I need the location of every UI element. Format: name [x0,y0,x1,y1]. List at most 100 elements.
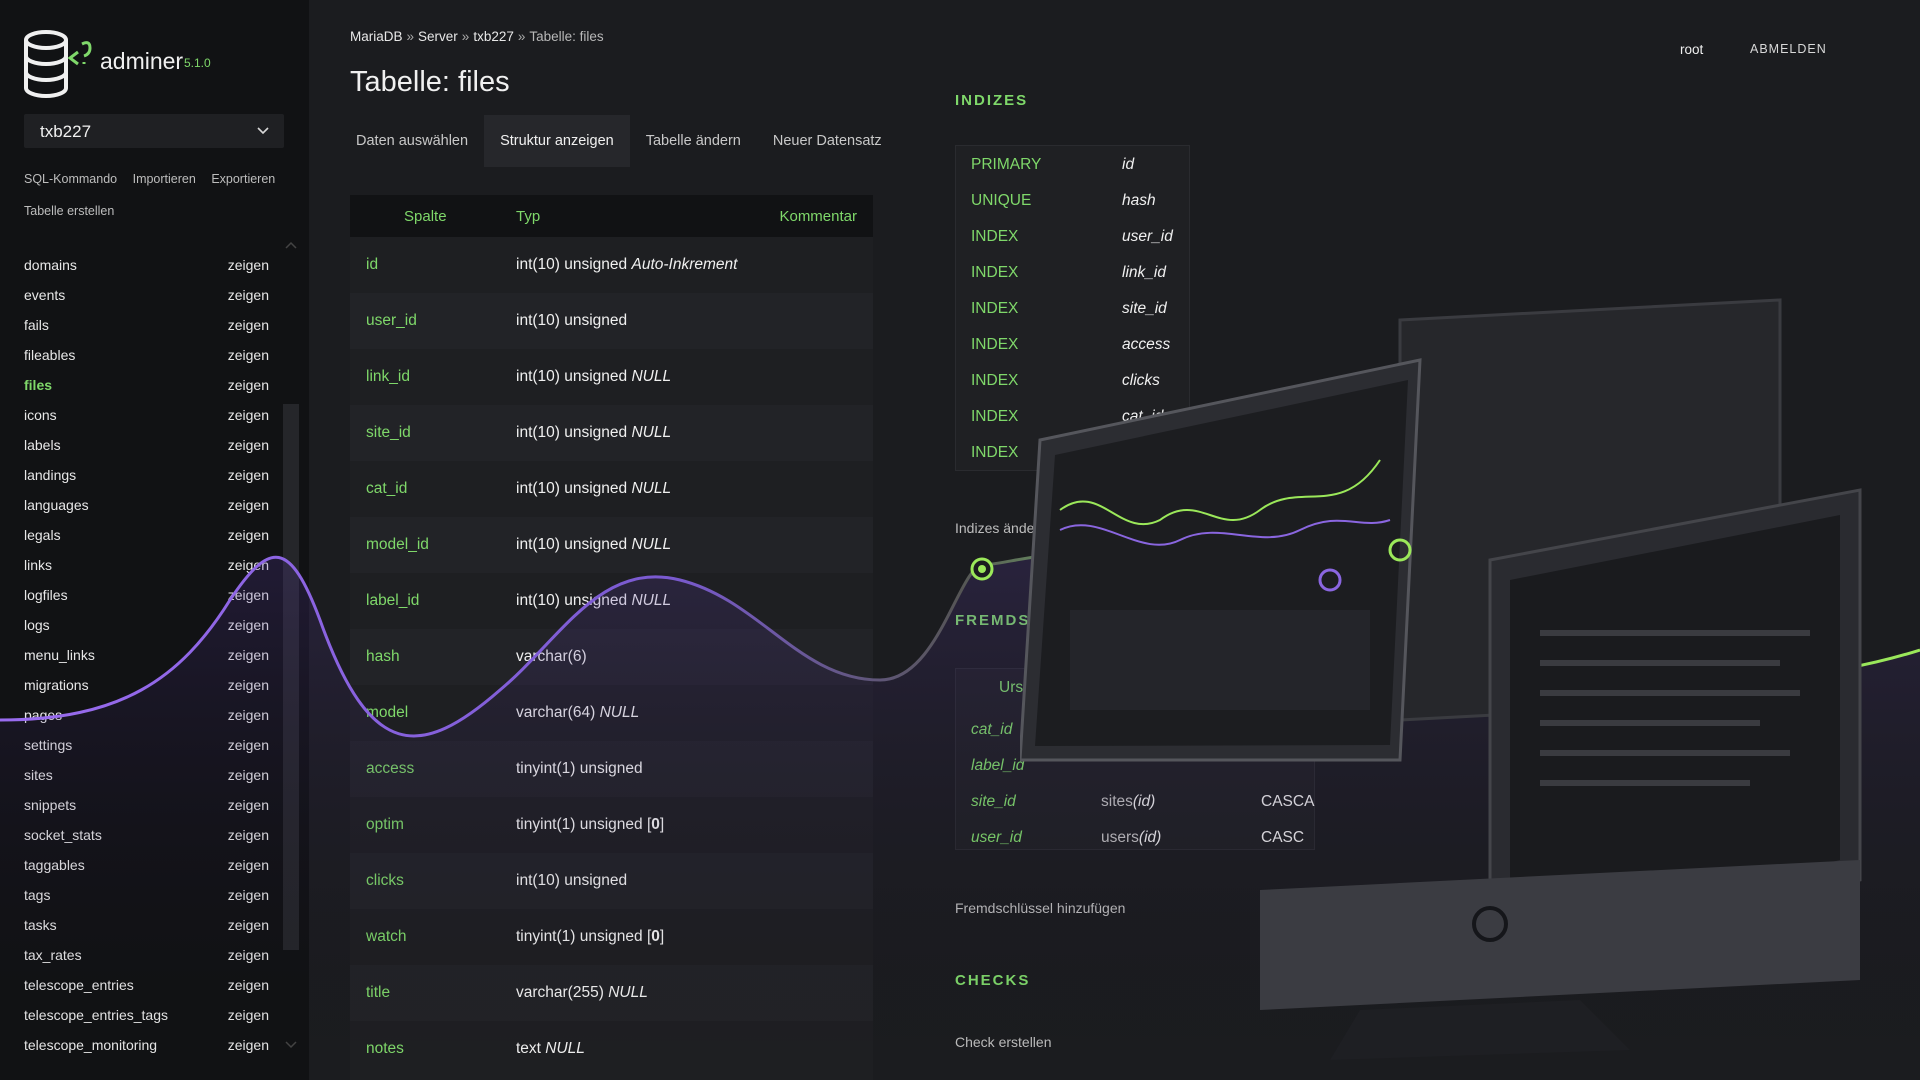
table-list-item[interactable]: labels zeigen [24,430,269,460]
table-name-link[interactable]: logs [24,617,50,633]
show-table-link[interactable]: zeigen [228,287,269,303]
show-table-link[interactable]: zeigen [228,557,269,573]
table-name-link[interactable]: pages [24,707,62,723]
tab-select-data[interactable]: Daten auswählen [340,115,484,167]
table-list-item[interactable]: migrations zeigen [24,670,269,700]
table-name-link[interactable]: icons [24,407,57,423]
table-name-link[interactable]: migrations [24,677,89,693]
table-list-item[interactable]: languages zeigen [24,490,269,520]
show-table-link[interactable]: zeigen [228,677,269,693]
show-table-link[interactable]: zeigen [228,467,269,483]
sidebar-scrollbar[interactable] [283,404,299,950]
table-list-item[interactable]: landings zeigen [24,460,269,490]
table-list-item[interactable]: settings zeigen [24,730,269,760]
show-table-link[interactable]: zeigen [228,257,269,273]
table-list-item[interactable]: fails zeigen [24,310,269,340]
table-list-item[interactable]: telescope_entries_tags zeigen [24,1000,269,1030]
table-name-link[interactable]: languages [24,497,89,513]
logout-button[interactable]: ABMELDEN [1750,42,1827,56]
table-name-link[interactable]: menu_links [24,647,95,663]
table-name-link[interactable]: snippets [24,797,76,813]
show-table-link[interactable]: zeigen [228,527,269,543]
table-list-item[interactable]: menu_links zeigen [24,640,269,670]
breadcrumb-mariadb[interactable]: MariaDB [350,29,403,44]
sql-command-link[interactable]: SQL-Kommando [24,172,117,186]
table-name-link[interactable]: tax_rates [24,947,82,963]
show-table-link[interactable]: zeigen [228,1007,269,1023]
table-name-link[interactable]: fileables [24,347,75,363]
scroll-down-icon[interactable] [284,1040,298,1050]
show-table-link[interactable]: zeigen [228,1037,269,1053]
table-list-item[interactable]: tags zeigen [24,880,269,910]
table-list-item[interactable]: snippets zeigen [24,790,269,820]
table-name-link[interactable]: telescope_monitoring [24,1037,157,1053]
breadcrumb-server[interactable]: Server [418,29,458,44]
show-table-link[interactable]: zeigen [228,707,269,723]
table-name-link[interactable]: files [24,377,52,393]
table-list-item[interactable]: telescope_monitoring zeigen [24,1030,269,1060]
show-table-link[interactable]: zeigen [228,767,269,783]
show-table-link[interactable]: zeigen [228,887,269,903]
table-name-link[interactable]: telescope_entries [24,977,134,993]
tab-show-structure[interactable]: Struktur anzeigen [484,115,630,167]
table-list-item[interactable]: legals zeigen [24,520,269,550]
show-table-link[interactable]: zeigen [228,617,269,633]
column-extra: NULL [608,984,648,1001]
breadcrumb-database[interactable]: txb227 [473,29,514,44]
table-list-item[interactable]: links zeigen [24,550,269,580]
user-name[interactable]: root [1680,42,1703,57]
table-name-link[interactable]: domains [24,257,77,273]
table-name-link[interactable]: socket_stats [24,827,102,843]
show-table-link[interactable]: zeigen [228,377,269,393]
show-table-link[interactable]: zeigen [228,647,269,663]
table-name-link[interactable]: telescope_entries_tags [24,1007,168,1023]
table-list-item[interactable]: tasks zeigen [24,910,269,940]
table-name-link[interactable]: sites [24,767,53,783]
database-select[interactable]: txb227 [24,114,284,148]
show-table-link[interactable]: zeigen [228,347,269,363]
tab-new-record[interactable]: Neuer Datensatz [757,115,898,167]
table-list-item[interactable]: taggables zeigen [24,850,269,880]
show-table-link[interactable]: zeigen [228,917,269,933]
table-name-link[interactable]: links [24,557,52,573]
show-table-link[interactable]: zeigen [228,857,269,873]
show-table-link[interactable]: zeigen [228,947,269,963]
table-list-item[interactable]: telescope_entries zeigen [24,970,269,1000]
table-name-link[interactable]: taggables [24,857,85,873]
import-link[interactable]: Importieren [133,172,196,186]
tab-alter-table[interactable]: Tabelle ändern [630,115,757,167]
show-table-link[interactable]: zeigen [228,737,269,753]
scroll-up-icon[interactable] [284,240,298,250]
table-list-item[interactable]: logs zeigen [24,610,269,640]
show-table-link[interactable]: zeigen [228,797,269,813]
table-list-item[interactable]: sites zeigen [24,760,269,790]
table-name-link[interactable]: tags [24,887,50,903]
table-name-link[interactable]: tasks [24,917,57,933]
table-name-link[interactable]: labels [24,437,61,453]
create-table-link[interactable]: Tabelle erstellen [24,204,114,218]
table-list-item[interactable]: domains zeigen [24,250,269,280]
show-table-link[interactable]: zeigen [228,827,269,843]
export-link[interactable]: Exportieren [211,172,275,186]
table-list-item[interactable]: fileables zeigen [24,340,269,370]
table-name-link[interactable]: events [24,287,65,303]
adminer-logo[interactable]: adminer 5.1.0 [24,26,284,102]
table-list-item[interactable]: logfiles zeigen [24,580,269,610]
table-name-link[interactable]: landings [24,467,76,483]
table-list-item[interactable]: tax_rates zeigen [24,940,269,970]
show-table-link[interactable]: zeigen [228,497,269,513]
show-table-link[interactable]: zeigen [228,437,269,453]
table-name-link[interactable]: legals [24,527,61,543]
table-list-item[interactable]: pages zeigen [24,700,269,730]
table-name-link[interactable]: settings [24,737,72,753]
table-list-item[interactable]: files zeigen [24,370,269,400]
show-table-link[interactable]: zeigen [228,587,269,603]
table-name-link[interactable]: fails [24,317,49,333]
table-list-item[interactable]: socket_stats zeigen [24,820,269,850]
show-table-link[interactable]: zeigen [228,317,269,333]
table-list-item[interactable]: icons zeigen [24,400,269,430]
table-name-link[interactable]: logfiles [24,587,68,603]
show-table-link[interactable]: zeigen [228,407,269,423]
show-table-link[interactable]: zeigen [228,977,269,993]
table-list-item[interactable]: events zeigen [24,280,269,310]
